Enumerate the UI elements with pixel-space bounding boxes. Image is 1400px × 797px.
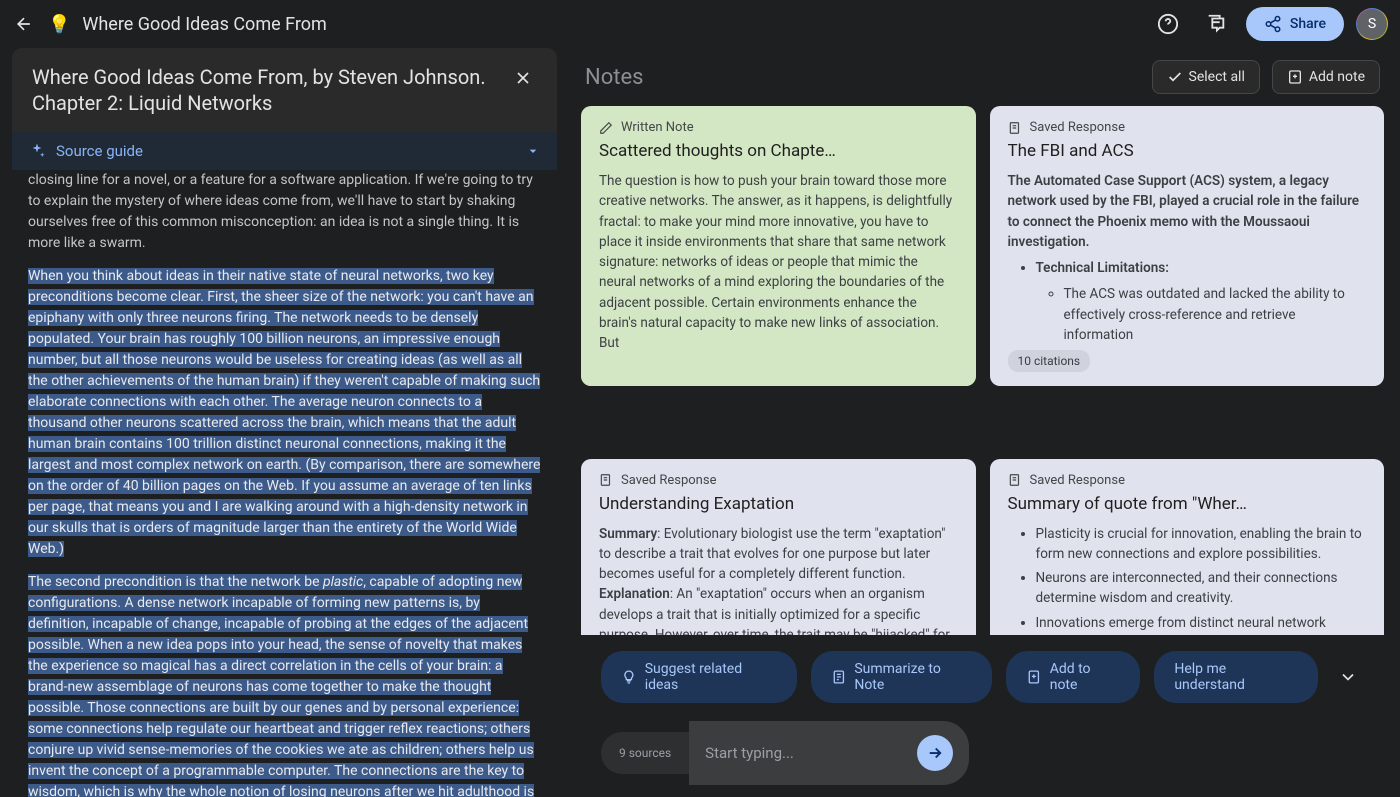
help-understand-button[interactable]: Help me understand <box>1154 651 1318 703</box>
avatar[interactable]: S <box>1356 8 1388 40</box>
sources-count[interactable]: 9 sources <box>601 732 689 774</box>
suggest-ideas-button[interactable]: Suggest related ideas <box>601 651 797 703</box>
note-card[interactable]: Written Note Scattered thoughts on Chapt… <box>581 106 976 386</box>
summarize-button[interactable]: Summarize to Note <box>811 651 992 703</box>
document-title: Where Good Ideas Come From <box>82 14 326 35</box>
back-button[interactable] <box>12 12 36 36</box>
note-title: Summary of quote from "Wher… <box>1008 494 1367 514</box>
sparkle-icon <box>28 142 46 160</box>
lightbulb-icon <box>621 669 637 685</box>
chevron-down-icon[interactable] <box>1332 661 1364 693</box>
bottom-action-bar: Suggest related ideas Summarize to Note … <box>577 635 1388 797</box>
citations-badge[interactable]: 10 citations <box>1008 350 1091 372</box>
lightbulb-icon: 💡 <box>48 14 70 35</box>
note-card[interactable]: Saved Response The FBI and ACS The Autom… <box>990 106 1385 386</box>
source-content[interactable]: closing line for a novel, or a feature f… <box>12 170 557 797</box>
source-title: Where Good Ideas Come From, by Steven Jo… <box>32 64 509 116</box>
saved-response-icon <box>599 473 613 487</box>
note-title: Understanding Exaptation <box>599 494 958 514</box>
note-title: Scattered thoughts on Chapte… <box>599 141 958 161</box>
note-title: The FBI and ACS <box>1008 141 1367 161</box>
note-add-icon <box>1026 669 1042 685</box>
source-guide-toggle[interactable]: Source guide <box>12 132 557 170</box>
saved-response-icon <box>1008 121 1022 135</box>
share-button[interactable]: Share <box>1246 7 1344 41</box>
add-note-button[interactable]: Add note <box>1272 60 1380 94</box>
pencil-icon <box>599 121 613 135</box>
check-icon <box>1167 69 1183 85</box>
notes-heading: Notes <box>585 65 1140 90</box>
send-button[interactable] <box>917 735 953 771</box>
add-to-note-button[interactable]: Add to note <box>1006 651 1140 703</box>
chat-icon[interactable] <box>1198 6 1234 42</box>
close-icon[interactable] <box>509 64 537 92</box>
help-icon[interactable] <box>1150 6 1186 42</box>
chat-input[interactable]: Start typing... <box>689 721 969 785</box>
note-icon <box>831 669 847 685</box>
select-all-button[interactable]: Select all <box>1152 60 1260 94</box>
note-add-icon <box>1287 69 1303 85</box>
source-panel: Where Good Ideas Come From, by Steven Jo… <box>12 48 557 797</box>
saved-response-icon <box>1008 473 1022 487</box>
notes-panel: Notes Select all Add note Written Note S… <box>577 48 1388 797</box>
chevron-down-icon <box>525 143 541 159</box>
